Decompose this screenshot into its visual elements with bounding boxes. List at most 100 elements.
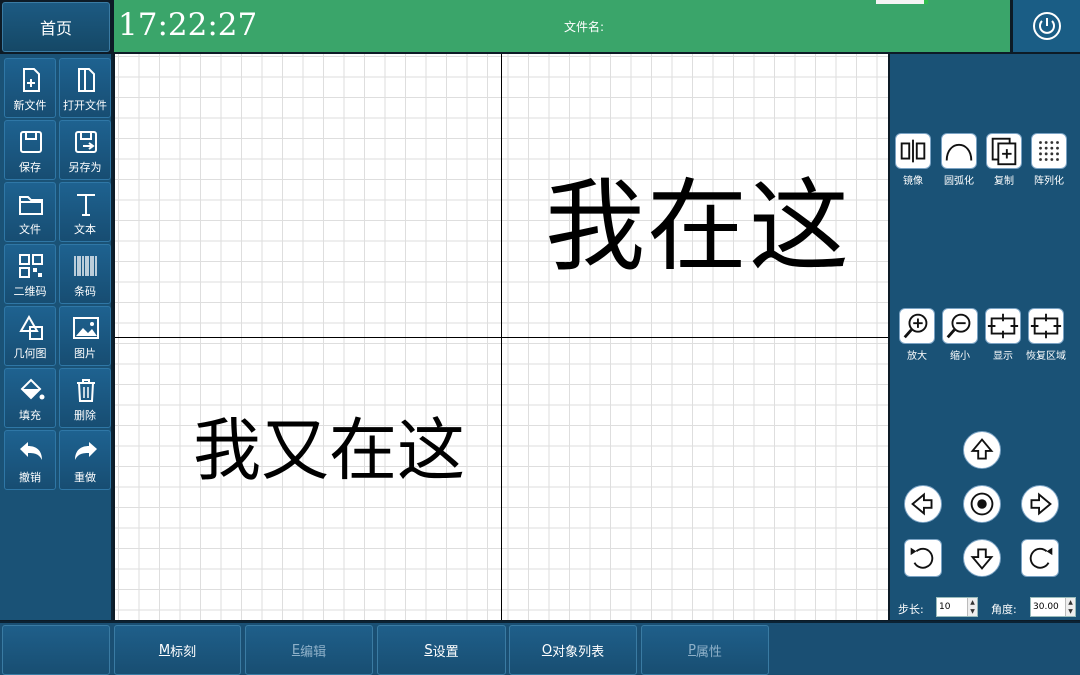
open-file-icon bbox=[78, 68, 95, 92]
step-value: 10 bbox=[939, 602, 951, 612]
bottom-blank-slot bbox=[2, 625, 110, 675]
tab-properties-key: P bbox=[688, 642, 696, 658]
fill-icon bbox=[20, 378, 45, 400]
redo-icon bbox=[75, 442, 97, 460]
delete-button[interactable]: 删除 bbox=[59, 368, 111, 428]
barcode-icon bbox=[74, 256, 97, 276]
new-file-button[interactable]: 新文件 bbox=[4, 58, 56, 118]
home-button[interactable]: 首页 bbox=[2, 2, 110, 52]
rotate-left-button[interactable] bbox=[904, 539, 942, 577]
folder-button[interactable]: 文件 bbox=[4, 182, 56, 242]
text-icon bbox=[77, 194, 95, 216]
tab-properties[interactable]: P 属性 bbox=[641, 625, 769, 675]
tab-edit[interactable]: E 编辑 bbox=[245, 625, 373, 675]
move-right-button[interactable] bbox=[1021, 485, 1059, 523]
mirror-button[interactable] bbox=[895, 133, 931, 169]
tool-label: 新文件 bbox=[13, 99, 47, 112]
arrow-up-icon bbox=[970, 438, 994, 460]
tool-label: 文件 bbox=[19, 223, 41, 236]
angle-spinner-arrows[interactable]: ▲ ▼ bbox=[1065, 598, 1075, 616]
arc-label: 圆弧化 bbox=[944, 176, 974, 187]
tool-label: 重做 bbox=[74, 471, 96, 484]
step-input[interactable]: 10 ▲ ▼ bbox=[936, 597, 978, 617]
app-window: 首页 17:22:27 文件名: 新文件 打开文件 保存 另存为 文件 文本 二… bbox=[0, 0, 1080, 675]
mirror-icon bbox=[900, 139, 926, 163]
save-button[interactable]: 保存 bbox=[4, 120, 56, 180]
move-left-button[interactable] bbox=[904, 485, 942, 523]
tool-label: 另存为 bbox=[68, 161, 102, 174]
mirror-label: 镜像 bbox=[903, 176, 923, 187]
tool-label: 图片 bbox=[74, 347, 96, 360]
status-indicator bbox=[876, 0, 928, 4]
arc-button[interactable] bbox=[941, 133, 977, 169]
angle-input[interactable]: 30.00 ▲ ▼ bbox=[1030, 597, 1076, 617]
power-button[interactable] bbox=[1013, 0, 1080, 52]
fit-view-icon bbox=[987, 313, 1019, 339]
text-button[interactable]: 文本 bbox=[59, 182, 111, 242]
redo-button[interactable]: 重做 bbox=[59, 430, 111, 490]
array-label: 阵列化 bbox=[1034, 176, 1064, 187]
file-name-label: 文件名: bbox=[564, 20, 605, 34]
text-object-1[interactable]: 我在这 bbox=[545, 162, 851, 292]
undo-icon bbox=[20, 442, 42, 460]
move-up-button[interactable] bbox=[963, 431, 1001, 469]
array-icon bbox=[1039, 141, 1059, 161]
tab-edit-label: 编辑 bbox=[300, 644, 327, 660]
show-button[interactable] bbox=[985, 308, 1021, 344]
array-button[interactable] bbox=[1031, 133, 1067, 169]
save-as-button[interactable]: 另存为 bbox=[59, 120, 111, 180]
angle-label: 角度: bbox=[991, 603, 1017, 616]
move-down-button[interactable] bbox=[963, 539, 1001, 577]
zoom-in-button[interactable] bbox=[899, 308, 935, 344]
drawing-canvas[interactable]: 我在这 我又在这 bbox=[115, 54, 888, 620]
zoom-out-icon bbox=[946, 313, 971, 339]
open-file-button[interactable]: 打开文件 bbox=[59, 58, 111, 118]
tab-properties-label: 属性 bbox=[695, 644, 722, 660]
tool-label: 打开文件 bbox=[63, 99, 107, 112]
new-file-icon bbox=[23, 68, 40, 92]
tool-label: 条码 bbox=[74, 285, 96, 298]
rotate-right-button[interactable] bbox=[1021, 539, 1059, 577]
tab-object-list[interactable]: O 对象列表 bbox=[509, 625, 637, 675]
save-as-icon bbox=[75, 131, 97, 153]
center-button[interactable] bbox=[963, 485, 1001, 523]
tab-mark[interactable]: M 标刻 bbox=[114, 625, 241, 675]
geometry-button[interactable]: 几何图 bbox=[4, 306, 56, 366]
arrow-right-icon bbox=[1030, 492, 1052, 516]
copy-button[interactable] bbox=[986, 133, 1022, 169]
geometry-icon bbox=[19, 314, 43, 340]
tool-label: 撤销 bbox=[19, 471, 41, 484]
power-icon bbox=[1032, 12, 1061, 40]
barcode-button[interactable]: 条码 bbox=[59, 244, 111, 304]
step-spinner-arrows[interactable]: ▲ ▼ bbox=[967, 598, 977, 616]
tool-label: 保存 bbox=[19, 161, 41, 174]
tab-object-list-key: O bbox=[541, 642, 553, 658]
tool-label: 文本 bbox=[74, 223, 96, 236]
rotate-cw-icon bbox=[1029, 547, 1053, 569]
image-button[interactable]: 图片 bbox=[59, 306, 111, 366]
zoom-in-icon bbox=[903, 313, 928, 339]
arc-icon bbox=[945, 144, 973, 161]
fill-button[interactable]: 填充 bbox=[4, 368, 56, 428]
tab-object-list-label: 对象列表 bbox=[552, 644, 605, 660]
zoom-out-button[interactable] bbox=[942, 308, 978, 344]
undo-button[interactable]: 撤销 bbox=[4, 430, 56, 490]
center-target-icon bbox=[970, 492, 994, 516]
tool-label: 填充 bbox=[19, 409, 41, 422]
restore-area-label: 恢复区域 bbox=[1026, 351, 1066, 362]
text-object-2[interactable]: 我又在这 bbox=[193, 402, 465, 502]
save-icon bbox=[20, 131, 42, 153]
qrcode-button[interactable]: 二维码 bbox=[4, 244, 56, 304]
tab-mark-key: M bbox=[158, 642, 171, 658]
clock: 17:22:27 bbox=[118, 7, 258, 43]
angle-value: 30.00 bbox=[1033, 602, 1059, 612]
tool-label: 二维码 bbox=[13, 285, 47, 298]
tab-settings[interactable]: S 设置 bbox=[377, 625, 506, 675]
copy-label: 复制 bbox=[994, 176, 1014, 187]
restore-area-button[interactable] bbox=[1028, 308, 1064, 344]
trash-icon bbox=[77, 379, 95, 402]
step-label: 步长: bbox=[898, 603, 924, 616]
bottom-tab-bar: M 标刻 E 编辑 S 设置 O 对象列表 P 属性 bbox=[0, 621, 1080, 675]
tab-edit-key: E bbox=[291, 642, 301, 658]
tab-settings-label: 设置 bbox=[432, 644, 459, 660]
